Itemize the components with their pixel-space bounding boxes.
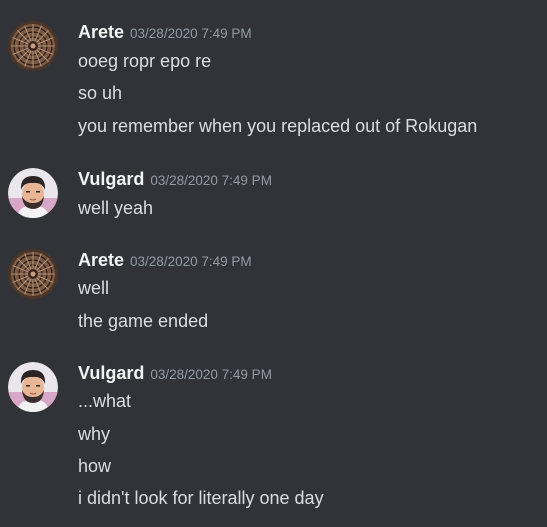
- message-text: the game ended: [78, 311, 209, 331]
- message-text: how: [78, 456, 112, 476]
- message-text: ...what: [78, 391, 132, 411]
- chat-messages: Arete 03/28/2020 7:49 PM ooeg ropr epo re…: [0, 0, 547, 527]
- message-text: why: [78, 424, 111, 444]
- timestamp[interactable]: 03/28/2020 7:49 PM: [150, 173, 272, 188]
- username[interactable]: Vulgard: [78, 169, 144, 189]
- message-header: Vulgard 03/28/2020 7:49 PM: [78, 362, 272, 384]
- username[interactable]: Arete: [78, 22, 124, 42]
- message-text: well yeah: [78, 198, 154, 218]
- timestamp[interactable]: 03/28/2020 7:49 PM: [150, 367, 272, 382]
- message-text: well: [78, 278, 110, 298]
- username[interactable]: Arete: [78, 250, 124, 270]
- mandala-avatar-icon[interactable]: [8, 249, 58, 299]
- timestamp[interactable]: 03/28/2020 7:49 PM: [130, 254, 252, 269]
- message-header: Arete 03/28/2020 7:49 PM: [78, 21, 252, 43]
- bearded-man-avatar-icon[interactable]: [8, 168, 58, 218]
- bearded-man-avatar-icon[interactable]: [8, 362, 58, 412]
- message-header: Arete 03/28/2020 7:49 PM: [78, 249, 252, 271]
- message-header: Vulgard 03/28/2020 7:49 PM: [78, 168, 272, 190]
- message-text: ooeg ropr epo re: [78, 51, 212, 71]
- timestamp[interactable]: 03/28/2020 7:49 PM: [130, 26, 252, 41]
- username[interactable]: Vulgard: [78, 363, 144, 383]
- message-text: i didn't look for literally one day: [78, 488, 324, 508]
- message-text: so uh: [78, 83, 123, 103]
- message-text: you remember when you replaced out of Ro…: [78, 116, 478, 136]
- mandala-avatar-icon[interactable]: [8, 21, 58, 71]
